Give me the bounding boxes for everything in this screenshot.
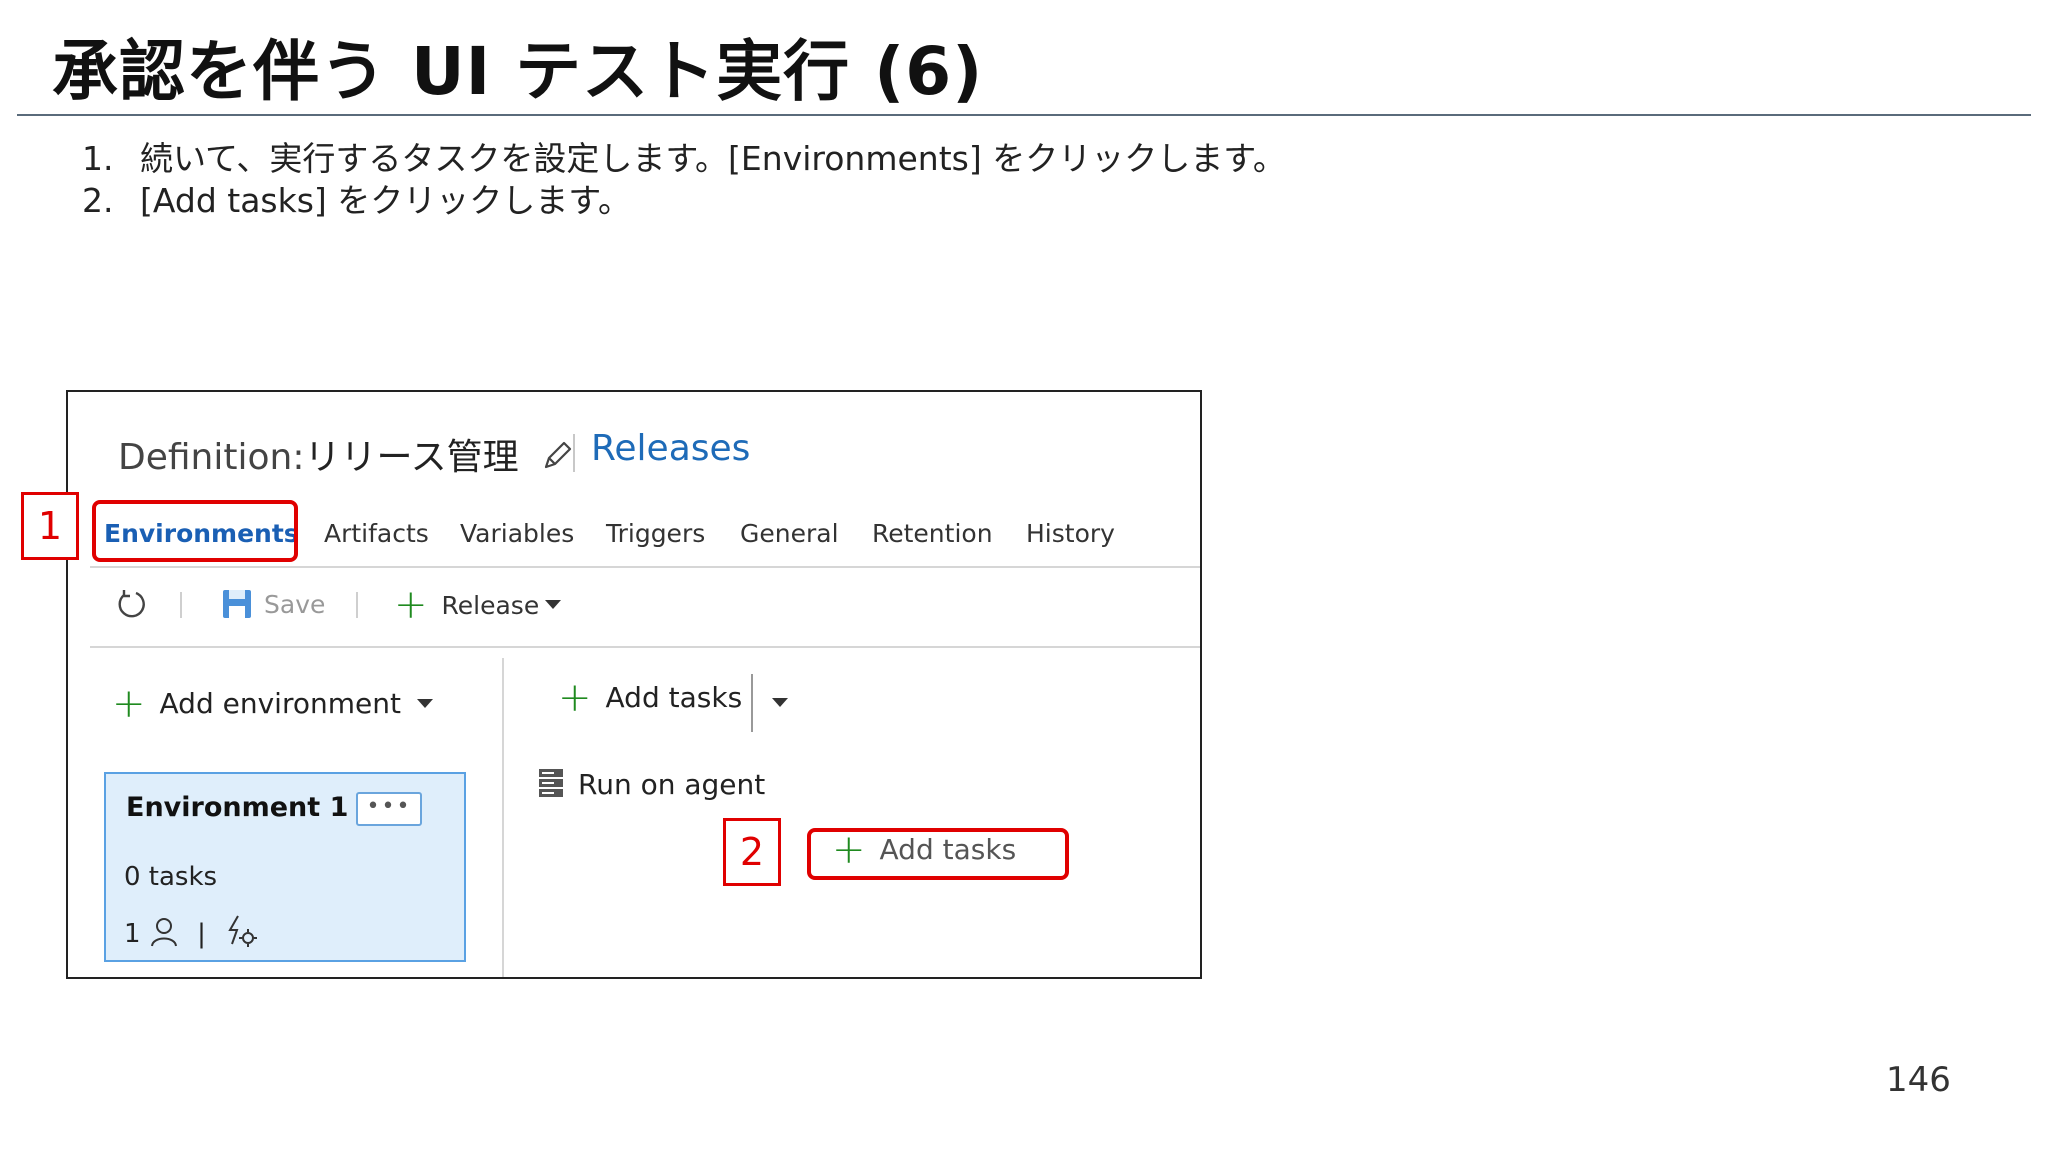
refresh-icon — [118, 590, 145, 618]
tab-triggers[interactable]: Triggers — [606, 510, 705, 558]
step-text: 続いて、実行するタスクを設定します。[Environments] をクリックしま… — [140, 139, 1286, 178]
tab-variables[interactable]: Variables — [460, 510, 574, 558]
meta-divider: | — [197, 919, 206, 949]
save-label: Save — [264, 590, 326, 619]
definition-label: Definition: — [118, 437, 305, 478]
save-icon — [223, 590, 251, 618]
release-label: Release — [441, 591, 540, 620]
environment-meta: 1 | — [124, 914, 258, 949]
callout-2: 2 — [723, 818, 781, 886]
title-divider — [17, 114, 2031, 116]
page-number: 146 — [1886, 1060, 1951, 1100]
release-definition-screenshot: Definition:リリース管理 Releases Environments … — [66, 390, 1202, 979]
pane-splitter[interactable] — [502, 658, 504, 977]
slide-title: 承認を伴う UI テスト実行 (6) — [52, 33, 984, 110]
step-number: 1. — [82, 139, 114, 178]
environments-highlight — [92, 500, 298, 562]
toolbar-divider — [90, 646, 1200, 648]
add-environment-label: Add environment — [159, 687, 401, 720]
callout-1: 1 — [21, 492, 79, 560]
tab-history[interactable]: History — [1026, 510, 1115, 558]
instruction-list: 1. 続いて、実行するタスクを設定します。[Environments] をクリック… — [82, 138, 1286, 222]
more-options-button[interactable]: ••• — [356, 792, 422, 826]
step-text: [Add tasks] をクリックします。 — [140, 181, 631, 220]
chevron-down-icon — [416, 699, 433, 708]
add-tasks-highlight — [807, 828, 1069, 880]
server-icon — [539, 769, 563, 797]
instruction-step: 1. 続いて、実行するタスクを設定します。[Environments] をクリック… — [82, 138, 1286, 180]
tab-general[interactable]: General — [740, 510, 839, 558]
environment-card[interactable]: Environment 1 ••• 0 tasks 1 | — [104, 772, 466, 962]
definition-title: Definition:リリース管理 — [118, 428, 574, 480]
save-button[interactable]: Save — [220, 580, 325, 630]
instruction-step: 2. [Add tasks] をクリックします。 — [82, 180, 1286, 222]
environment-task-count: 0 tasks — [124, 862, 218, 892]
release-button[interactable]: + Release — [394, 580, 562, 631]
releases-link[interactable]: Releases — [591, 428, 750, 469]
environment-name: Environment 1 — [126, 792, 349, 823]
pencil-icon[interactable] — [540, 439, 574, 473]
split-button-separator — [751, 674, 753, 732]
refresh-button[interactable] — [114, 580, 148, 630]
step-number: 2. — [82, 181, 114, 220]
tab-retention[interactable]: Retention — [872, 510, 993, 558]
chevron-down-icon — [545, 600, 562, 609]
toolbar-separator — [180, 592, 182, 618]
plus-icon: + — [558, 675, 592, 721]
run-on-agent-phase[interactable]: Run on agent — [538, 768, 765, 801]
tabs-divider — [90, 566, 1200, 568]
definition-name: リリース管理 — [304, 437, 519, 478]
run-on-agent-label: Run on agent — [578, 768, 766, 801]
toolbar-separator — [356, 592, 358, 618]
plus-icon: + — [112, 681, 146, 727]
add-tasks-split-button[interactable]: + Add tasks — [558, 676, 742, 720]
person-icon[interactable] — [149, 916, 179, 948]
trigger-settings-icon[interactable] — [224, 914, 258, 948]
add-environment-button[interactable]: + Add environment — [112, 682, 433, 726]
chevron-down-icon[interactable] — [772, 698, 788, 707]
approver-count: 1 — [124, 919, 141, 949]
toolbar: Save + Release — [68, 580, 1200, 630]
add-tasks-label: Add tasks — [605, 681, 743, 714]
plus-icon: + — [394, 582, 428, 628]
tab-artifacts[interactable]: Artifacts — [324, 510, 429, 558]
title-separator — [573, 434, 575, 472]
